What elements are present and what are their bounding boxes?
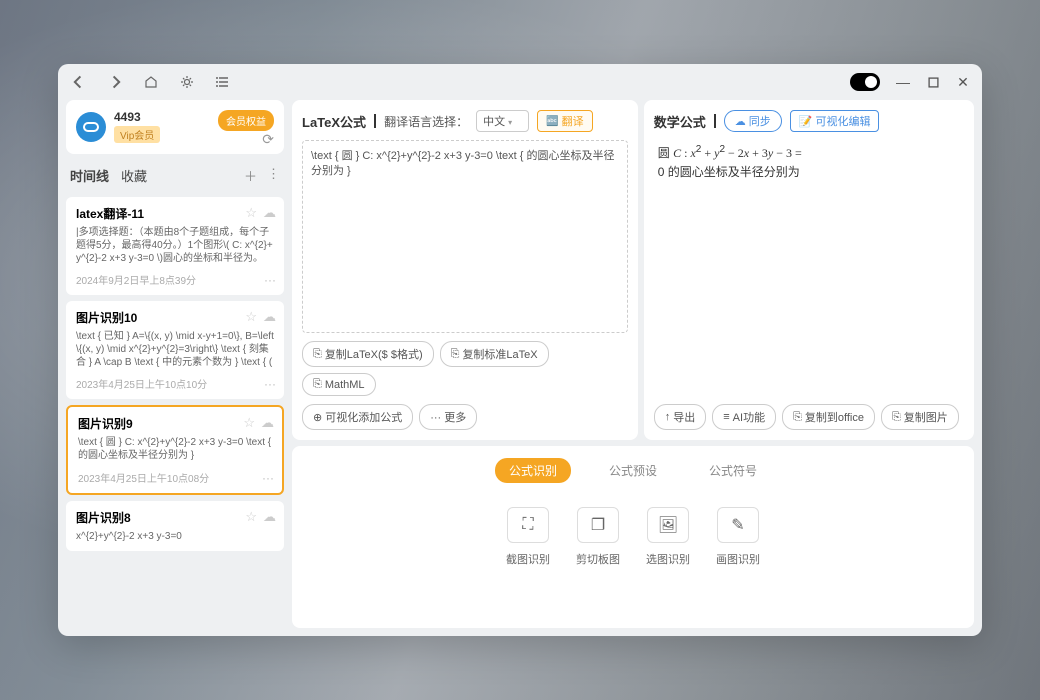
copy-std-button[interactable]: ⎘复制标准LaTeX	[440, 341, 549, 367]
crop-icon: ⛶	[522, 516, 533, 534]
history-more[interactable]: ···	[264, 377, 276, 391]
copy-image-button[interactable]: ⎘复制图片	[881, 404, 959, 430]
avatar[interactable]	[76, 112, 106, 142]
history-body: |多项选择题：（本题由8个子题组成，每个子题得5分，最高得40分。）1个图形\(…	[76, 226, 274, 264]
cloud-icon[interactable]: ☁	[263, 309, 276, 325]
close-button[interactable]: ✕	[956, 75, 970, 89]
list-icon[interactable]	[214, 73, 232, 91]
cloud-icon[interactable]: ☁	[263, 509, 276, 525]
star-icon[interactable]: ☆	[245, 509, 257, 525]
export-button[interactable]: ↑导出	[654, 404, 707, 430]
translate-button[interactable]: 🔤翻译	[537, 110, 592, 132]
history-title: 图片识别10	[76, 309, 274, 326]
action-clipboard[interactable]: ❐ 剪切板图	[576, 507, 620, 567]
action-screenshot[interactable]: ⛶ 截图识别	[506, 507, 550, 567]
forward-icon[interactable]	[106, 73, 124, 91]
history-title: latex翻译-11	[76, 205, 274, 222]
history-list: latex翻译-11 ☆ ☁ |多项选择题：（本题由8个子题组成，每个子题得5分，…	[66, 197, 284, 628]
sync-button[interactable]: ☁同步	[724, 110, 782, 132]
tab-preset[interactable]: 公式预设	[595, 458, 671, 483]
tab-timeline[interactable]: 时间线	[70, 166, 109, 185]
gear-icon[interactable]	[178, 73, 196, 91]
history-item[interactable]: 图片识别8 ☆ ☁ x^{2}+y^{2}-2 x+3 y-3=0	[66, 501, 284, 551]
tab-symbol[interactable]: 公式符号	[695, 458, 771, 483]
profile-card: 4493 Vip会员 会员权益 ⟳	[66, 100, 284, 154]
history-item[interactable]: latex翻译-11 ☆ ☁ |多项选择题：（本题由8个子题组成，每个子题得5分，…	[66, 197, 284, 295]
star-icon[interactable]: ☆	[245, 205, 257, 221]
back-icon[interactable]	[70, 73, 88, 91]
bonus-badge[interactable]: 会员权益	[218, 110, 274, 131]
visual-edit-button[interactable]: 📝可视化编辑	[790, 110, 880, 132]
refresh-icon[interactable]: ⟳	[262, 131, 274, 148]
sidebar: 4493 Vip会员 会员权益 ⟳ 时间线 收藏 ＋ ⋮ latex翻译-11	[66, 100, 284, 628]
math-panel: 数学公式 ☁同步 📝可视化编辑 圆 C : x2 + y2 − 2x + 3y …	[644, 100, 974, 440]
mathml-button[interactable]: ⎘MathML	[302, 373, 376, 396]
history-time: 2023年4月25日上午10点08分	[78, 470, 272, 485]
latex-textarea[interactable]: \text { 圆 } C: x^{2}+y^{2}-2 x+3 y-3=0 \…	[302, 140, 628, 333]
history-title: 图片识别8	[76, 509, 274, 526]
star-icon[interactable]: ☆	[243, 415, 255, 431]
user-id: 4493	[114, 110, 160, 124]
pencil-icon: ✎	[731, 515, 744, 535]
star-icon[interactable]: ☆	[245, 309, 257, 325]
cloud-icon[interactable]: ☁	[263, 205, 276, 221]
copy-office-button[interactable]: ⎘复制到office	[782, 404, 875, 430]
latex-panel: LaTeX公式 翻译语言选择： 中文 ▾ 🔤翻译 \text { 圆 } C: …	[292, 100, 638, 440]
history-body: \text { 圆 } C: x^{2}+y^{2}-2 x+3 y-3=0 \…	[78, 436, 272, 462]
history-item[interactable]: 图片识别10 ☆ ☁ \text { 已知 } A=\{(x, y) \mid x…	[66, 301, 284, 399]
history-body: x^{2}+y^{2}-2 x+3 y-3=0	[76, 530, 274, 543]
cloud-icon[interactable]: ☁	[261, 415, 274, 431]
action-draw[interactable]: ✎ 画图识别	[716, 507, 760, 567]
more-button[interactable]: ··· 更多	[419, 404, 477, 430]
clipboard-icon: ❐	[591, 515, 605, 535]
copy-latex-button[interactable]: ⎘复制LaTeX($ $格式)	[302, 341, 434, 367]
app-window: — ✕ 4493 Vip会员 会员权益 ⟳ 时间线 收藏	[58, 64, 982, 636]
history-item-selected[interactable]: 图片识别9 ☆☁ \text { 圆 } C: x^{2}+y^{2}-2 x+…	[66, 405, 284, 495]
minimize-button[interactable]: —	[896, 75, 910, 89]
lang-select[interactable]: 中文 ▾	[476, 110, 529, 132]
more-icon[interactable]: ⋮	[267, 166, 280, 185]
tab-recognize[interactable]: 公式识别	[495, 458, 571, 483]
theme-toggle[interactable]	[850, 73, 880, 91]
math-panel-title: 数学公式	[654, 112, 706, 131]
history-body: \text { 已知 } A=\{(x, y) \mid x-y+1=0\}, …	[76, 330, 274, 368]
visual-add-button[interactable]: ⊕可视化添加公式	[302, 404, 413, 430]
latex-panel-title: LaTeX公式	[302, 112, 366, 131]
history-more[interactable]: ···	[262, 471, 274, 485]
lang-label: 翻译语言选择：	[384, 113, 468, 130]
content-area: LaTeX公式 翻译语言选择： 中文 ▾ 🔤翻译 \text { 圆 } C: …	[292, 100, 974, 628]
home-icon[interactable]	[142, 73, 160, 91]
add-icon[interactable]: ＋	[244, 166, 257, 185]
tab-favorites[interactable]: 收藏	[121, 166, 147, 185]
history-time: 2024年9月2日早上8点39分	[76, 272, 274, 287]
sidebar-tabs: 时间线 收藏 ＋ ⋮	[66, 160, 284, 191]
maximize-button[interactable]	[926, 75, 940, 89]
vip-badge: Vip会员	[114, 126, 160, 143]
history-time: 2023年4月25日上午10点10分	[76, 376, 274, 391]
ai-button[interactable]: ≡AI功能	[712, 404, 776, 430]
history-more[interactable]: ···	[264, 273, 276, 287]
bottom-panel: 公式识别 公式预设 公式符号 ⛶ 截图识别 ❐ 剪切板图 🖼 选图识	[292, 446, 974, 628]
action-select[interactable]: 🖼 选图识别	[646, 507, 690, 567]
formula-display: 圆 C : x2 + y2 − 2x + 3y − 3 = 0 的圆心坐标及半径…	[654, 140, 964, 396]
image-icon: 🖼	[658, 515, 678, 535]
titlebar: — ✕	[58, 64, 982, 100]
